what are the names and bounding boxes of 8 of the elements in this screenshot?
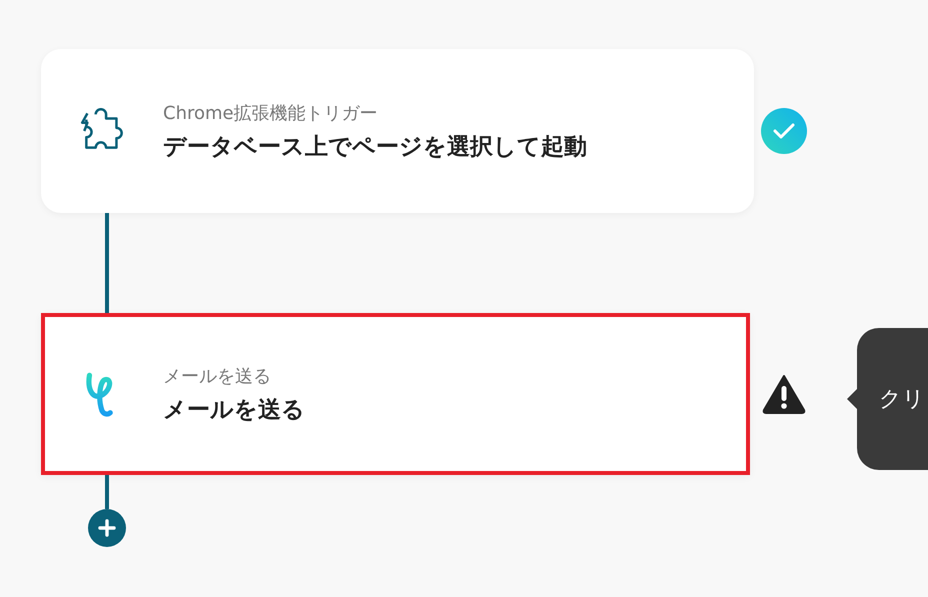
tooltip-text: クリ — [879, 386, 925, 414]
add-step-icon[interactable] — [88, 509, 126, 547]
step-card[interactable]: Chrome拡張機能トリガー データベース上でページを選択して起動 — [41, 49, 754, 213]
step-app-label: Chrome拡張機能トリガー — [163, 102, 379, 124]
step-title: メールを送る — [163, 396, 305, 424]
step-card[interactable]: メールを送る メールを送る — [41, 313, 750, 475]
step-title: データベース上でページを選択して起動 — [163, 132, 587, 162]
step-app-label: メールを送る — [163, 364, 272, 388]
